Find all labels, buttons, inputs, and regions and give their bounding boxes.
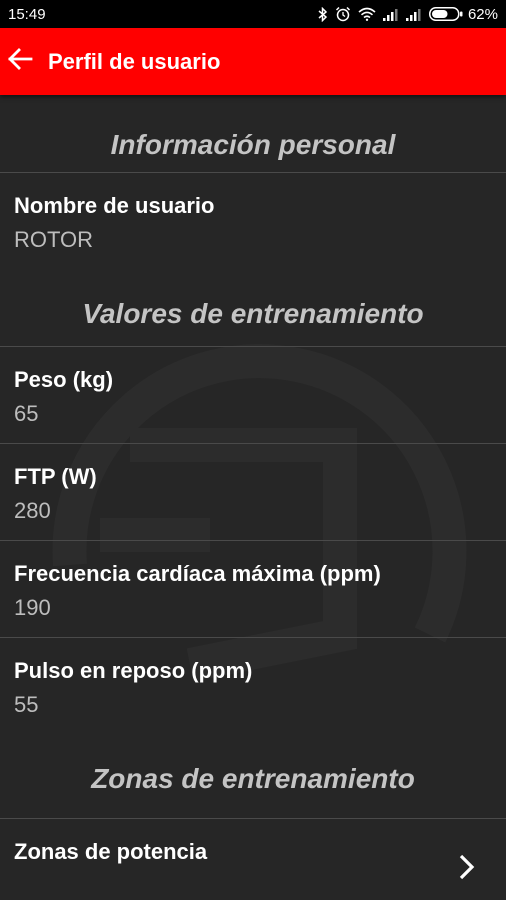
battery-percent: 62% (467, 5, 498, 23)
battery-indicator: 62% (428, 5, 498, 23)
ftp-label: FTP (W) (14, 464, 97, 489)
chevron-right-icon (458, 853, 476, 886)
battery-icon (428, 7, 463, 21)
page-title: Perfil de usuario (48, 48, 221, 74)
section-header-personal: Información personal (0, 95, 506, 173)
max-heart-rate-label: Frecuencia cardíaca máxima (ppm) (14, 561, 381, 586)
power-zones-row[interactable]: Zonas de potencia (0, 819, 506, 900)
signal-icon (405, 8, 422, 21)
section-header-training-zones: Zonas de entrenamiento (0, 733, 506, 819)
arrow-left-icon (7, 47, 33, 76)
ftp-row[interactable]: FTP (W) 280 (0, 444, 506, 541)
ftp-value: 280 (14, 498, 51, 523)
section-header-training-values: Valores de entrenamiento (0, 268, 506, 347)
status-icons: 62% (318, 6, 498, 23)
power-zones-label: Zonas de potencia (14, 839, 208, 864)
status-time: 15:49 (8, 5, 46, 23)
profile-content[interactable]: Información personal Nombre de usuario R… (0, 95, 506, 900)
weight-label: Peso (kg) (14, 367, 114, 392)
app-bar: Perfil de usuario (0, 28, 506, 95)
back-button[interactable] (2, 44, 38, 80)
bluetooth-icon (318, 6, 328, 22)
alarm-icon (335, 6, 351, 22)
resting-pulse-label: Pulso en reposo (ppm) (14, 658, 253, 683)
max-heart-rate-row[interactable]: Frecuencia cardíaca máxima (ppm) 190 (0, 541, 506, 638)
resting-pulse-row[interactable]: Pulso en reposo (ppm) 55 (0, 638, 506, 733)
resting-pulse-value: 55 (14, 692, 39, 717)
weight-row[interactable]: Peso (kg) 65 (0, 347, 506, 444)
username-value: ROTOR (14, 227, 94, 252)
username-label: Nombre de usuario (14, 193, 215, 218)
username-row[interactable]: Nombre de usuario ROTOR (0, 173, 506, 268)
signal-icon (382, 8, 399, 21)
max-heart-rate-value: 190 (14, 595, 51, 620)
weight-value: 65 (14, 401, 39, 426)
status-bar: 15:49 62% (0, 0, 506, 28)
wifi-icon (358, 7, 376, 21)
